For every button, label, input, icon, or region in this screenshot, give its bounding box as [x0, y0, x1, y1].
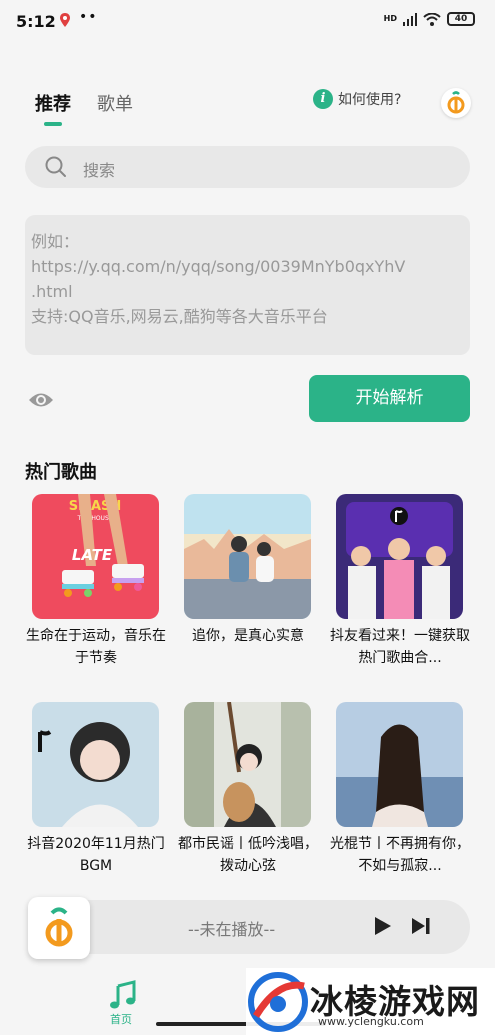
watermark-url: www.yclengku.com	[318, 1015, 424, 1028]
help-link[interactable]: i 如何使用?	[313, 89, 401, 109]
hot-songs-title: 热门歌曲	[25, 462, 97, 483]
info-icon: i	[313, 89, 333, 109]
url-hint-line: https://y.qq.com/n/yqq/song/0039MnYb0qxY…	[31, 257, 406, 276]
song-cover	[184, 494, 311, 619]
help-label: 如何使用?	[338, 92, 402, 108]
status-bar: 5:12 •• HD 40	[0, 0, 495, 44]
tab-active-indicator	[44, 122, 62, 126]
song-title: 追你，是真心实意	[192, 628, 304, 644]
play-icon[interactable]	[374, 916, 392, 936]
status-time: 5:12	[16, 12, 56, 31]
player-logo-icon[interactable]	[28, 897, 90, 959]
song-cover: SMASH THE HOUSE LATE	[32, 494, 159, 619]
signal-icon	[403, 12, 417, 26]
search-input[interactable]: 搜索	[83, 157, 115, 181]
nav-home-label[interactable]: 首页	[110, 1011, 132, 1027]
app-logo-icon[interactable]	[441, 88, 471, 118]
url-hint-line: .html	[31, 282, 73, 301]
search-icon	[45, 156, 66, 177]
wifi-icon	[423, 12, 441, 26]
location-icon	[60, 13, 70, 27]
song-cover	[184, 702, 311, 827]
song-card[interactable]: SMASH THE HOUSE LATE 生命在于运动，音乐在于节奏	[26, 494, 166, 669]
song-cover	[32, 702, 159, 827]
music-note-icon[interactable]	[108, 980, 138, 1010]
tab-recommend[interactable]: 推荐	[35, 90, 71, 116]
player-status: --未在播放--	[188, 920, 276, 939]
song-title: 抖友看过来！一键获取热门歌曲合...	[330, 628, 470, 666]
url-input-area[interactable]: 例如： https://y.qq.com/n/yqq/song/0039MnYb…	[25, 215, 470, 355]
song-title: 生命在于运动，音乐在于节奏	[26, 628, 166, 666]
song-title: 光棍节丨不再拥有你，不如与孤寂...	[330, 836, 470, 874]
next-track-icon[interactable]	[411, 917, 431, 935]
song-cover	[336, 702, 463, 827]
notification-dots: ••	[79, 9, 98, 25]
tab-playlist[interactable]: 歌单	[97, 90, 133, 116]
song-card[interactable]: 抖音2020年11月热门BGM	[27, 702, 165, 877]
search-bar[interactable]: 搜索	[25, 146, 470, 188]
eye-icon[interactable]	[28, 390, 54, 410]
song-title: 抖音2020年11月热门BGM	[27, 836, 165, 874]
svg-text:LATE: LATE	[72, 546, 113, 564]
song-title: 都市民谣丨低吟浅唱，拨动心弦	[178, 836, 318, 874]
battery-indicator: 40	[447, 12, 475, 26]
song-card[interactable]: 追你，是真心实意	[184, 494, 314, 647]
song-card[interactable]: 都市民谣丨低吟浅唱，拨动心弦	[178, 702, 318, 877]
song-card[interactable]: 光棍节丨不再拥有你，不如与孤寂...	[330, 702, 470, 877]
song-cover	[336, 494, 463, 619]
network-type: HD	[383, 14, 397, 23]
top-tabs: 推荐 歌单	[35, 90, 133, 116]
url-hint-line: 例如：	[31, 232, 80, 251]
start-parse-button[interactable]: 开始解析	[309, 375, 470, 422]
url-hint-line: 支持:QQ音乐,网易云,酷狗等各大音乐平台	[31, 307, 328, 326]
song-card[interactable]: 抖友看过来！一键获取热门歌曲合...	[330, 494, 470, 669]
